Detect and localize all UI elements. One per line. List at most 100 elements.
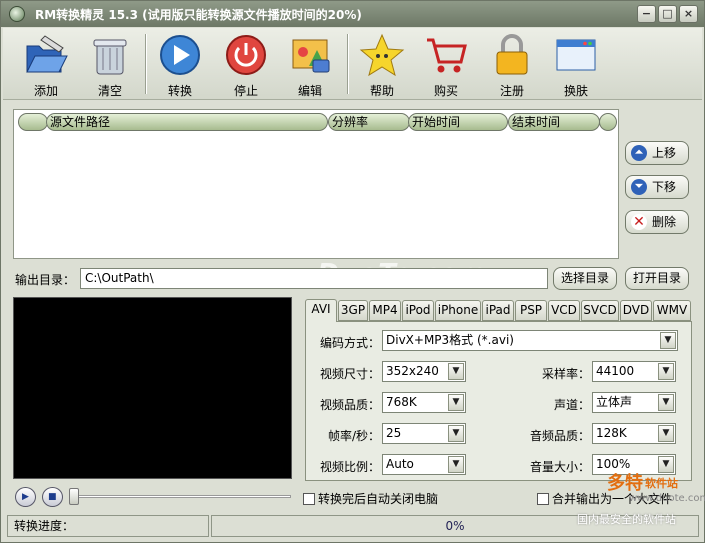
edit-button[interactable]: 编辑 [281, 32, 339, 98]
progress-label: 转换进度： [7, 515, 209, 537]
window-skin-icon [556, 39, 596, 71]
stop-button[interactable]: 停止 [217, 32, 275, 98]
app-icon [9, 6, 25, 22]
output-path-input[interactable]: C:\OutPath\ [80, 268, 548, 289]
tab-mp4[interactable]: MP4 [369, 300, 401, 321]
stop-playback-button[interactable]: ■ [42, 487, 63, 507]
help-button[interactable]: 帮助 [353, 32, 411, 98]
avi-settings-panel: 编码方式： DivX+MP3格式 (*.avi) ▼ 视频尺寸： 352x240… [305, 321, 692, 481]
column-header-select[interactable] [18, 113, 48, 131]
delete-button[interactable]: ✕ 删除 [625, 210, 689, 234]
column-header-source-path[interactable]: 源文件路径 [46, 113, 328, 131]
codec-label: 编码方式： [319, 336, 380, 350]
toolbar: 添加 清空 转换 停止 编辑 帮助 购买 注册 换肤 [3, 28, 702, 100]
shopping-cart-icon [427, 38, 467, 73]
move-down-label: 下移 [652, 180, 677, 194]
column-header-end-time[interactable]: 结束时间 [508, 113, 600, 131]
tab-avi[interactable]: AVI [305, 299, 337, 322]
convert-button[interactable]: 转换 [151, 32, 209, 98]
fps-select[interactable]: 25 ▼ [382, 423, 466, 444]
add-label: 添加 [33, 84, 58, 98]
play-button[interactable]: ▶ [15, 487, 36, 507]
open-dir-button[interactable]: 打开目录 [625, 267, 689, 290]
tab-wmv[interactable]: WMV [653, 300, 691, 321]
ratio-value: Auto [386, 457, 414, 471]
clear-button[interactable]: 清空 [81, 32, 139, 98]
minimize-button[interactable]: − [637, 5, 656, 23]
lock-icon [496, 34, 528, 75]
play-icon [160, 35, 200, 75]
add-button[interactable]: 添加 [17, 32, 75, 98]
register-button[interactable]: 注册 [483, 32, 541, 98]
chevron-down-icon: ▼ [448, 363, 464, 380]
trash-icon [93, 39, 127, 75]
file-list[interactable]: 源文件路径 分辨率 开始时间 结束时间 [13, 109, 619, 259]
tab-vcd[interactable]: VCD [548, 300, 580, 321]
toolbar-separator [145, 34, 147, 94]
samplerate-value: 44100 [596, 364, 635, 378]
volume-label: 音量大小： [529, 460, 590, 474]
logo-name: 多特 [607, 473, 643, 494]
tab-dvd[interactable]: DVD [620, 300, 652, 321]
tab-iphone[interactable]: iPhone [435, 300, 481, 321]
chevron-down-icon: ▼ [658, 425, 674, 442]
video-size-select[interactable]: 352x240 ▼ [382, 361, 466, 382]
output-dir-label: 输出目录： [15, 273, 76, 287]
channel-select[interactable]: 立体声 ▼ [592, 392, 676, 413]
chevron-down-icon: ▼ [448, 394, 464, 411]
chevron-down-icon: ▼ [448, 425, 464, 442]
samplerate-label: 采样率： [541, 367, 590, 381]
choose-dir-button[interactable]: 选择目录 [553, 267, 617, 290]
clear-label: 清空 [97, 84, 122, 98]
progress-percent: 0% [445, 519, 465, 533]
close-button[interactable]: × [679, 5, 698, 23]
move-up-button[interactable]: ⏶ 上移 [625, 141, 689, 165]
column-header-resolution[interactable]: 分辨率 [328, 113, 410, 131]
samplerate-select[interactable]: 44100 ▼ [592, 361, 676, 382]
move-down-button[interactable]: ⏷ 下移 [625, 175, 689, 199]
toolbar-separator [347, 34, 349, 94]
vquality-value: 768K [386, 395, 417, 409]
codec-select[interactable]: DivX+MP3格式 (*.avi) ▼ [382, 330, 678, 351]
channel-label: 声道： [553, 398, 590, 412]
convert-label: 转换 [167, 84, 192, 98]
play-icon: ▶ [22, 492, 29, 502]
help-label: 帮助 [369, 84, 394, 98]
ratio-label: 视频比例： [319, 460, 380, 474]
chevron-down-icon: ▼ [660, 332, 676, 349]
aquality-label: 音频品质： [529, 429, 590, 443]
video-preview [13, 297, 292, 479]
size-label: 视频尺寸： [319, 367, 380, 381]
tab-svcd[interactable]: SVCD [581, 300, 619, 321]
checkbox-box[interactable] [303, 493, 315, 505]
seek-slider-thumb[interactable] [69, 488, 79, 505]
tab-ipad[interactable]: iPad [482, 300, 514, 321]
tab-3gp[interactable]: 3GP [338, 300, 368, 321]
seek-track[interactable] [71, 495, 291, 498]
format-tabs: AVI 3GP MP4 iPod iPhone iPad PSP VCD SVC… [305, 299, 693, 322]
shutdown-label: 转换完后自动关闭电脑 [318, 492, 439, 506]
video-quality-select[interactable]: 768K ▼ [382, 392, 466, 413]
audio-quality-select[interactable]: 128K ▼ [592, 423, 676, 444]
video-ratio-select[interactable]: Auto ▼ [382, 454, 466, 475]
register-label: 注册 [499, 84, 524, 98]
checkbox-box[interactable] [537, 493, 549, 505]
column-header-start-time[interactable]: 开始时间 [408, 113, 508, 131]
tab-psp[interactable]: PSP [515, 300, 547, 321]
channel-value: 立体声 [596, 395, 633, 409]
fps-value: 25 [386, 426, 402, 440]
column-header-end [599, 113, 617, 131]
power-icon [226, 35, 266, 75]
buy-button[interactable]: 购买 [417, 32, 475, 98]
edit-label: 编辑 [297, 84, 322, 98]
folder-open-icon [26, 35, 68, 73]
tab-ipod[interactable]: iPod [402, 300, 434, 321]
skin-label: 换肤 [563, 84, 588, 98]
chevron-down-icon: ▼ [658, 394, 674, 411]
codec-value: DivX+MP3格式 (*.avi) [386, 333, 514, 347]
main-window: RM转换精灵 15.3 (试用版只能转换源文件播放时间的20%) − □ × 添… [0, 0, 705, 543]
skin-button[interactable]: 换肤 [547, 32, 605, 98]
maximize-button[interactable]: □ [658, 5, 677, 23]
shutdown-checkbox[interactable]: 转换完后自动关闭电脑 [303, 490, 438, 507]
logo-slogan: 国内最安全的软件站 [577, 513, 676, 526]
